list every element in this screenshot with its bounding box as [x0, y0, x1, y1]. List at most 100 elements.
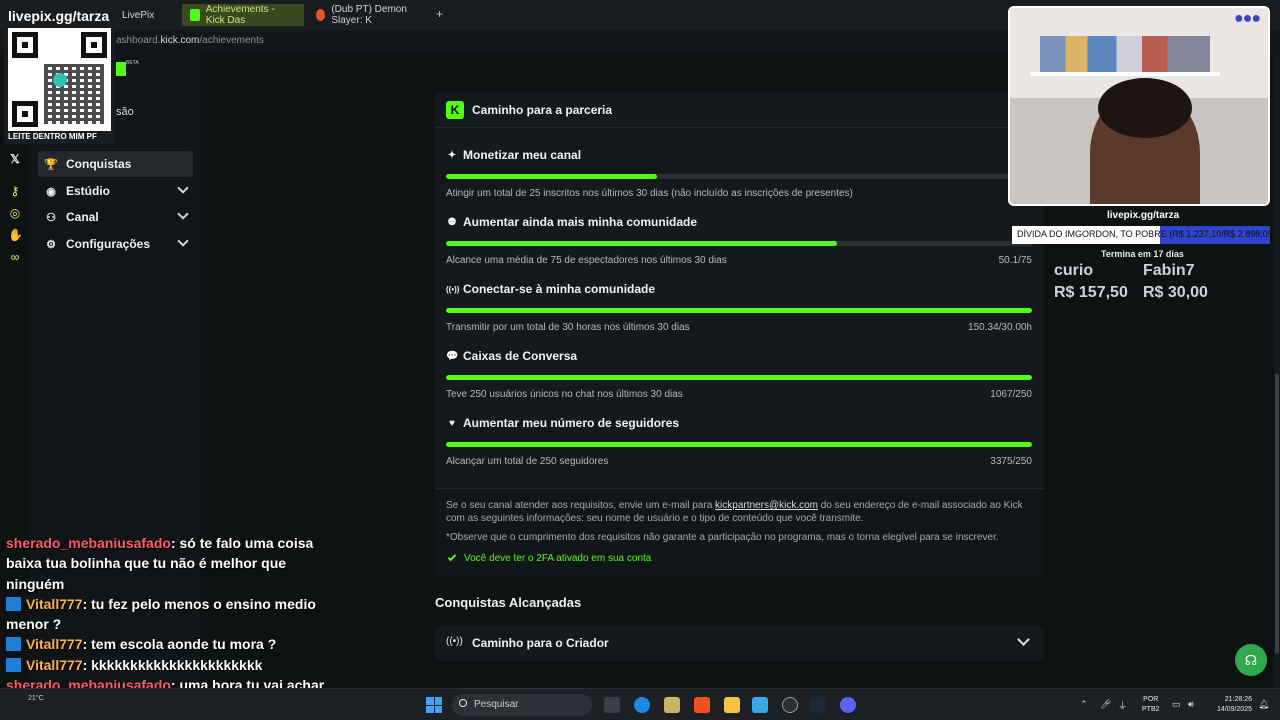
requirement-value: 1067/250 [990, 389, 1032, 400]
windows-start-icon[interactable] [426, 697, 442, 713]
clock[interactable]: 21:28:26 14/09/2025 [1208, 695, 1252, 715]
beta-badge: BETA [126, 60, 139, 66]
channel-icon: ⚇ [46, 211, 56, 224]
microphone-icon[interactable]: 🎤︎ [1100, 699, 1111, 710]
requirement-title: Aumentar ainda mais minha comunidade [463, 215, 698, 229]
sidebar-item-conquistas[interactable]: 🏆 Conquistas [38, 151, 193, 177]
tab-demon-slayer[interactable]: (Dub PT) Demon Slayer: K [308, 4, 432, 26]
tab-achievements[interactable]: Achievements - Kick Das [182, 4, 304, 26]
app-icon[interactable] [664, 697, 680, 713]
steam-icon[interactable] [810, 697, 826, 713]
chat-message: Vitall777: kkkkkkkkkkkkkkkkkkkkkk [6, 655, 346, 675]
progress-bar [446, 174, 1032, 179]
progress-bar [446, 375, 1032, 380]
help-chat-button[interactable]: ☊ [1235, 644, 1267, 676]
footer-note: *Observe que o cumprimento dos requisito… [446, 532, 999, 543]
chevron-up-icon[interactable]: ⌃ [1080, 699, 1088, 710]
requirement-value: 50.1/75 [998, 255, 1032, 266]
chat-badge-icon [6, 596, 21, 611]
notepad-icon[interactable] [752, 697, 768, 713]
requirement-value: 150.34/30.00h [968, 322, 1032, 333]
sidebar-partial-label: são [116, 106, 134, 118]
tool-icon[interactable]: ⚷ [8, 184, 22, 198]
new-tab-button[interactable]: + [436, 7, 443, 21]
progress-fill [446, 308, 1032, 313]
qr-finder [12, 101, 38, 127]
partnership-footer: Se o seu canal atender aos requisitos, e… [435, 488, 1044, 577]
email-link[interactable]: kickpartners@kick.com [715, 500, 818, 511]
achievement-creator-path[interactable]: ((•)) Caminho para o Criador [435, 626, 1044, 661]
requirement-description: Alcançar um total de 250 seguidores [446, 456, 609, 467]
sidebar-item-canal[interactable]: ⚇ Canal [38, 204, 193, 230]
notification-bell-icon[interactable]: 🔔︎ [1258, 699, 1269, 710]
obs-icon[interactable] [782, 697, 798, 713]
sidebar-item-estudio[interactable]: ◉ Estúdio [38, 178, 193, 204]
requirement-title: Aumentar meu número de seguidores [463, 416, 680, 430]
sidebar-item-label: Estúdio [66, 184, 110, 198]
scrollbar-thumb[interactable] [1275, 374, 1279, 654]
webcam-shelf-figures [1040, 36, 1210, 72]
goal-ends-label: Termina em 17 dias [1101, 249, 1184, 259]
brave-icon[interactable] [694, 697, 710, 713]
volume-icon[interactable]: 🔊︎ [1188, 699, 1194, 710]
kick-favicon-icon [190, 9, 200, 21]
requirement-followers: ♥ Aumentar meu número de seguidores Alcan… [446, 416, 1032, 468]
page-scrollbar[interactable] [1274, 54, 1280, 688]
more-options-icon[interactable]: ●●● [1234, 10, 1261, 28]
requirement-description: Atingir um total de 25 inscritos nos últ… [446, 188, 853, 199]
file-explorer-icon[interactable] [724, 697, 740, 713]
check-icon [447, 552, 457, 562]
discord-icon[interactable] [840, 697, 856, 713]
clock-date: 14/09/2025 [1216, 706, 1252, 713]
chat-bubble-icon: 💬 [446, 350, 459, 362]
gear-icon: ⚙ [46, 238, 56, 251]
chevron-down-icon[interactable] [1017, 633, 1030, 646]
2fa-label: Você deve ter o 2FA ativado em sua conta [464, 553, 652, 564]
sidebar-item-label: Conquistas [66, 157, 132, 171]
search-icon [459, 699, 467, 707]
kick-logo[interactable] [116, 62, 126, 76]
tab-livepix[interactable]: LivePix [114, 4, 162, 26]
footer-instructions: Se o seu canal atender aos requisitos, e… [446, 499, 1033, 525]
language-indicator[interactable]: POR PTB2 [1142, 695, 1160, 715]
link-icon[interactable]: ∞ [8, 250, 22, 264]
kick-logo-icon: K [446, 101, 464, 119]
tab-label: Achievements - Kick Das [205, 4, 275, 26]
donor-name: curio [1054, 262, 1094, 279]
requirement-value: 3375/250 [990, 456, 1032, 467]
network-icon[interactable]: ▭ [1172, 699, 1181, 710]
hand-icon[interactable]: ✋ [8, 228, 23, 242]
tab-label: (Dub PT) Demon Slayer: K [331, 4, 407, 26]
progress-fill [446, 174, 657, 179]
chat-username: Vitall777 [26, 636, 83, 653]
livepix-qr-overlay: livepix.gg/tarza LEITE DENTRO MIM PF [4, 4, 115, 144]
search-placeholder: Pesquisar [474, 699, 519, 710]
community-icon: ⚉ [447, 216, 457, 228]
chevron-down-icon [177, 182, 189, 194]
edge-icon[interactable] [634, 697, 650, 713]
chat-badge-icon [6, 637, 21, 652]
broadcast-icon: ((•)) [446, 284, 460, 294]
crunchyroll-favicon-icon [316, 9, 326, 21]
trophy-icon: 🏆 [44, 158, 58, 171]
webcam-feed [1008, 6, 1270, 206]
clock-time: 21:28:26 [1224, 696, 1252, 703]
screen: LivePix Achievements - Kick Das (Dub PT)… [0, 0, 1280, 720]
url-text[interactable]: ashboard.kick.com/achievements [116, 35, 264, 46]
progress-bar [446, 308, 1032, 313]
usb-icon[interactable]: ⏚ [1118, 699, 1127, 712]
task-view-icon[interactable] [604, 697, 620, 713]
coin-icon[interactable]: ◎ [8, 206, 22, 220]
chevron-down-icon [177, 208, 189, 220]
qr-finder [12, 32, 38, 58]
sidebar-item-configuracoes[interactable]: ⚙ Configurações [38, 231, 193, 257]
x-icon[interactable]: 𝕏 [8, 152, 22, 166]
sparkle-icon: ✦ [447, 149, 457, 161]
webcam-shelf [1030, 72, 1220, 76]
weather-widget[interactable]: 21°C [28, 695, 44, 702]
tab-label: LivePix [122, 9, 155, 21]
taskbar-search[interactable]: Pesquisar [452, 694, 592, 716]
progress-bar [446, 241, 1032, 246]
partnership-card-header: K Caminho para a parceria [435, 92, 1044, 128]
qr-caption: LEITE DENTRO MIM PF [8, 132, 97, 141]
